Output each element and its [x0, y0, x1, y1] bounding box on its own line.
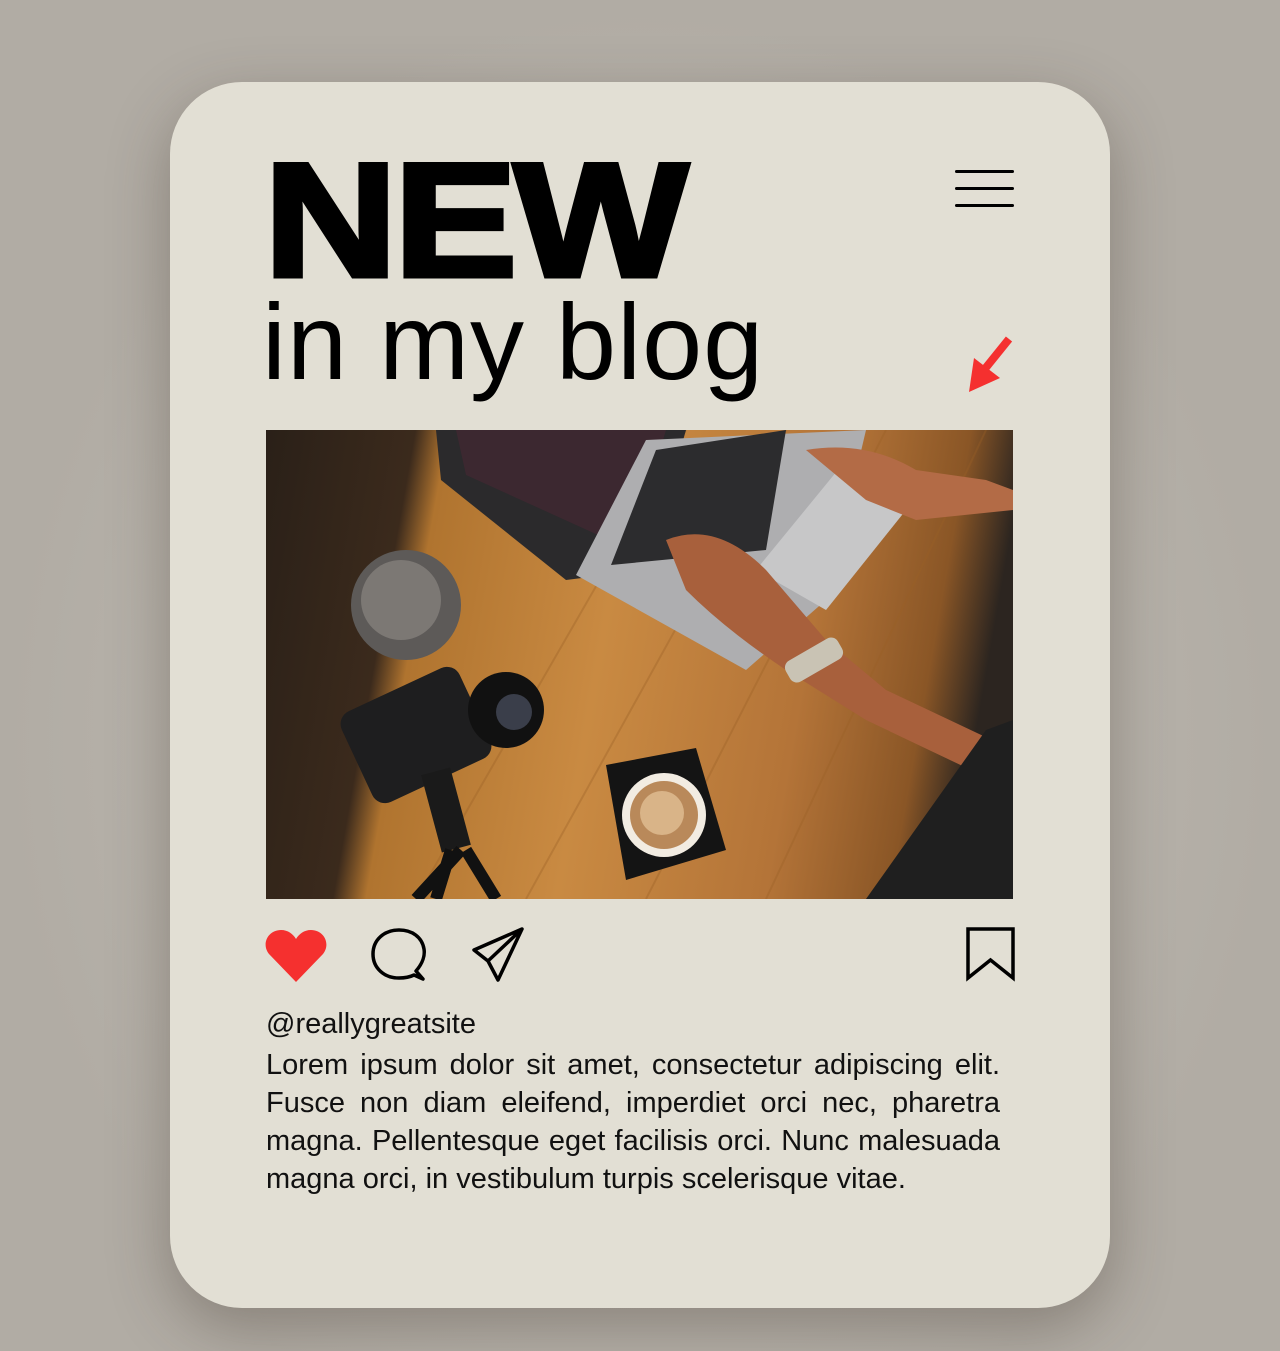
account-handle[interactable]: @reallygreatsite	[266, 1008, 476, 1041]
comment-icon[interactable]	[369, 927, 429, 983]
subheadline: in my blog	[262, 281, 765, 402]
bookmark-icon[interactable]	[964, 926, 1018, 982]
send-icon[interactable]	[470, 926, 526, 982]
arrow-down-left-icon	[969, 336, 1013, 392]
blog-post-photo	[266, 430, 1013, 899]
post-caption: Lorem ipsum dolor sit amet, consectetur …	[266, 1049, 1000, 1195]
hamburger-menu-icon[interactable]	[955, 170, 1015, 208]
headline: NEW	[261, 130, 691, 311]
heart-icon[interactable]	[264, 928, 328, 984]
